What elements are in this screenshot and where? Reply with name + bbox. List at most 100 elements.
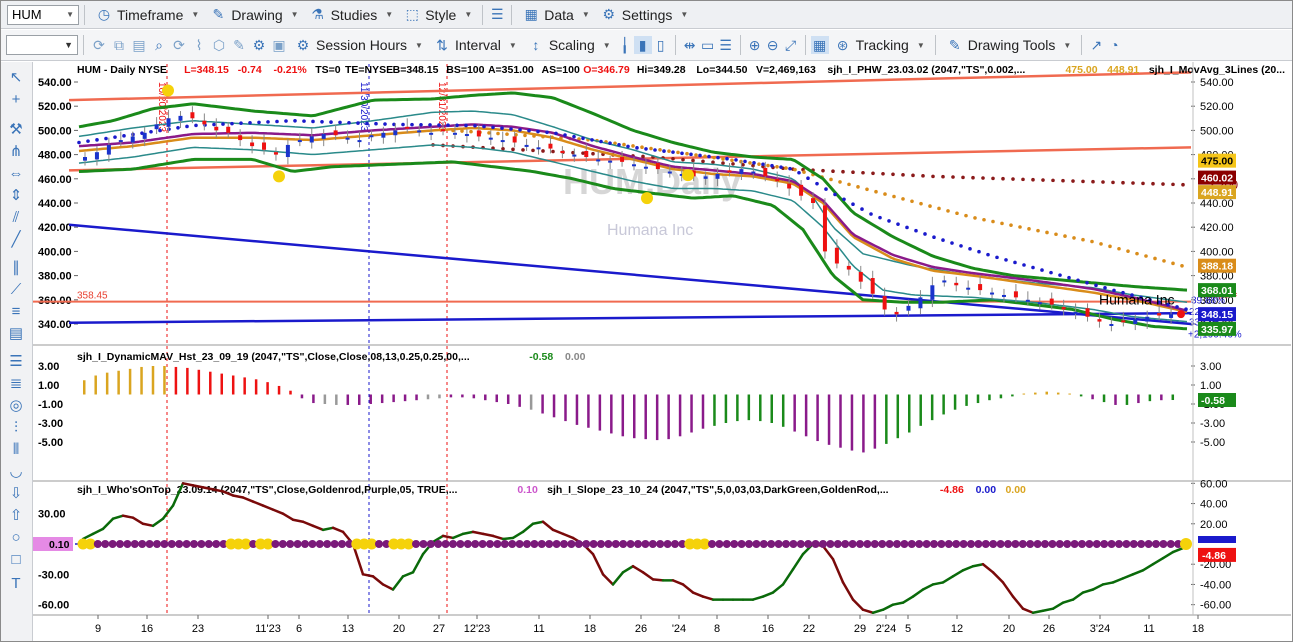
ma200-dot: [1011, 177, 1015, 181]
ma55-dot: [802, 170, 806, 174]
grid-icon[interactable]: ▤: [131, 36, 147, 54]
candle-body: [1097, 319, 1102, 322]
speed-icon[interactable]: ◔: [1105, 36, 1123, 54]
settings-button[interactable]: ⚙ Settings ▼: [595, 4, 694, 26]
grid-lines-icon[interactable]: ▤: [7, 324, 25, 342]
whos-on-top-dot: [308, 540, 317, 548]
osc-right-tag-label: -4.86: [1202, 550, 1226, 562]
ma55-dot: [928, 204, 932, 208]
blue-dot-series: [158, 128, 162, 133]
timeframe-button[interactable]: ◷ Timeframe ▼: [90, 4, 204, 26]
edit-icon[interactable]: ✎: [231, 36, 247, 54]
style-button[interactable]: ⬚ Style ▼: [398, 4, 477, 26]
pan-icon[interactable]: ⇹: [681, 36, 699, 54]
page-icon[interactable]: ▭: [699, 36, 717, 54]
arrow-down-icon[interactable]: ⇩: [7, 484, 25, 502]
ma200-dot: [1061, 178, 1065, 183]
price-tick-label-right: 440.00: [1200, 198, 1234, 210]
ma55-dot: [1126, 249, 1130, 253]
settings-label: Settings: [621, 6, 673, 23]
layers-icon[interactable]: ▣: [271, 36, 287, 54]
candle-chart-icon[interactable]: ▮: [633, 36, 652, 54]
gann-icon[interactable]: ⫶: [7, 418, 25, 436]
ray-icon[interactable]: ⟋: [7, 280, 25, 298]
price-tag-label: 335.97: [1201, 324, 1233, 336]
blue-dot-series: [410, 122, 414, 127]
osc-left-tag-label: 0.10: [49, 539, 70, 551]
channel-icon[interactable]: ⫽: [7, 208, 25, 226]
chevron-down-icon: ▼: [64, 40, 73, 50]
histogram-bar: [484, 394, 487, 401]
copy-icon[interactable]: ⧉: [111, 36, 127, 54]
candle-body: [94, 152, 99, 160]
pitchfork-icon[interactable]: ⋔: [7, 142, 25, 160]
levels-icon[interactable]: ☰: [7, 352, 25, 370]
horizontal-line-icon[interactable]: ⇔: [7, 164, 25, 182]
blue-dot-series: [644, 147, 648, 151]
cycle-icon[interactable]: ⦀: [7, 440, 25, 458]
price-tick-label-left: 540.00: [38, 77, 72, 89]
ma55-dot: [622, 142, 626, 147]
drawing-tools-button[interactable]: ✎ Drawing Tools ▼: [941, 34, 1077, 56]
wrench-icon[interactable]: ⚒: [7, 120, 25, 138]
x-tick-label: 11: [533, 623, 544, 635]
layout-icon[interactable]: ☰: [488, 6, 506, 24]
hist-tick-label-right: 1.00: [1200, 380, 1221, 392]
main-toolbar: HUM ▼ ◷ Timeframe ▼ ✎ Drawing ▼ ⚗ Studie…: [1, 1, 1292, 29]
x-tick-label: 26: [1043, 623, 1055, 635]
rectangle-icon[interactable]: □: [7, 550, 25, 568]
zoom-icon[interactable]: ⌕: [151, 36, 167, 54]
layout-icon[interactable]: ☰: [717, 36, 735, 54]
ellipse-icon[interactable]: ○: [7, 528, 25, 546]
ma200-dot: [1021, 177, 1025, 182]
hollow-candle-icon[interactable]: ▯: [652, 36, 670, 54]
zoom-out-icon[interactable]: ⊖: [764, 36, 782, 54]
pattern-icon[interactable]: ⌇: [191, 36, 207, 54]
crosshair-icon[interactable]: +: [7, 90, 25, 108]
pane1-header-text: TS=0: [315, 64, 341, 76]
refresh-icon[interactable]: ⟳: [91, 36, 107, 54]
ma200-dot: [851, 170, 855, 175]
ma55-dot: [1081, 237, 1085, 242]
fibonacci-icon[interactable]: ≡: [7, 302, 25, 320]
fan-icon[interactable]: ≣: [7, 374, 25, 392]
pointer-icon[interactable]: ↖: [7, 68, 25, 86]
blue-dot-series: [176, 125, 180, 130]
chart-area[interactable]: 540.00 540.00520.00 520.00500.00 500.00480.…: [33, 62, 1291, 640]
vertical-line-icon[interactable]: ⇕: [7, 186, 25, 204]
symbol-input[interactable]: HUM ▼: [7, 4, 79, 25]
shapes-icon[interactable]: ⬡: [211, 36, 227, 54]
spiral-icon[interactable]: ◎: [7, 396, 25, 414]
parallel-lines-icon[interactable]: ∥: [7, 258, 25, 276]
studies-button[interactable]: ⚗ Studies ▼: [304, 4, 399, 26]
fit-icon[interactable]: ⤢: [782, 36, 800, 54]
blue-dot-series: [1004, 258, 1008, 262]
clock-icon: ◷: [97, 6, 111, 22]
arrow-up-icon[interactable]: ⇧: [7, 506, 25, 524]
session-hours-button[interactable]: ⚙ Session Hours ▼: [289, 34, 428, 56]
settings-icon[interactable]: ⚙: [251, 36, 267, 54]
arc-icon[interactable]: ◡: [7, 462, 25, 480]
trend-icon[interactable]: ↗: [1087, 36, 1105, 54]
drawing-button[interactable]: ✎ Drawing ▼: [204, 4, 303, 26]
drawing-object-dropdown[interactable]: ▼: [6, 35, 78, 55]
bar-chart-icon[interactable]: ╽: [616, 36, 634, 54]
tracking-button[interactable]: ⊛ Tracking ▼: [829, 34, 930, 56]
zoom-in-icon[interactable]: ⊕: [746, 36, 764, 54]
blue-dot-series: [959, 244, 963, 248]
histogram-bar: [667, 394, 670, 440]
scaling-icon: ↕: [532, 37, 540, 53]
trendline-icon[interactable]: ╱: [7, 230, 25, 248]
table-icon[interactable]: ▦: [810, 36, 829, 54]
blue-dot-series: [455, 123, 459, 128]
blue-dot-series: [1040, 268, 1044, 272]
blue-dot-series: [509, 127, 513, 131]
scaling-button[interactable]: ↕ Scaling ▼: [522, 34, 616, 56]
x-tick-label: 2'24: [876, 623, 896, 635]
ma200-dot: [1031, 177, 1035, 182]
text-icon[interactable]: T: [7, 574, 25, 592]
data-button[interactable]: ▦ Data ▼: [517, 4, 595, 26]
interval-button[interactable]: ⇅ Interval ▼: [428, 34, 522, 56]
refresh-icon[interactable]: ⟳: [171, 36, 187, 54]
histogram-bar: [174, 366, 178, 395]
